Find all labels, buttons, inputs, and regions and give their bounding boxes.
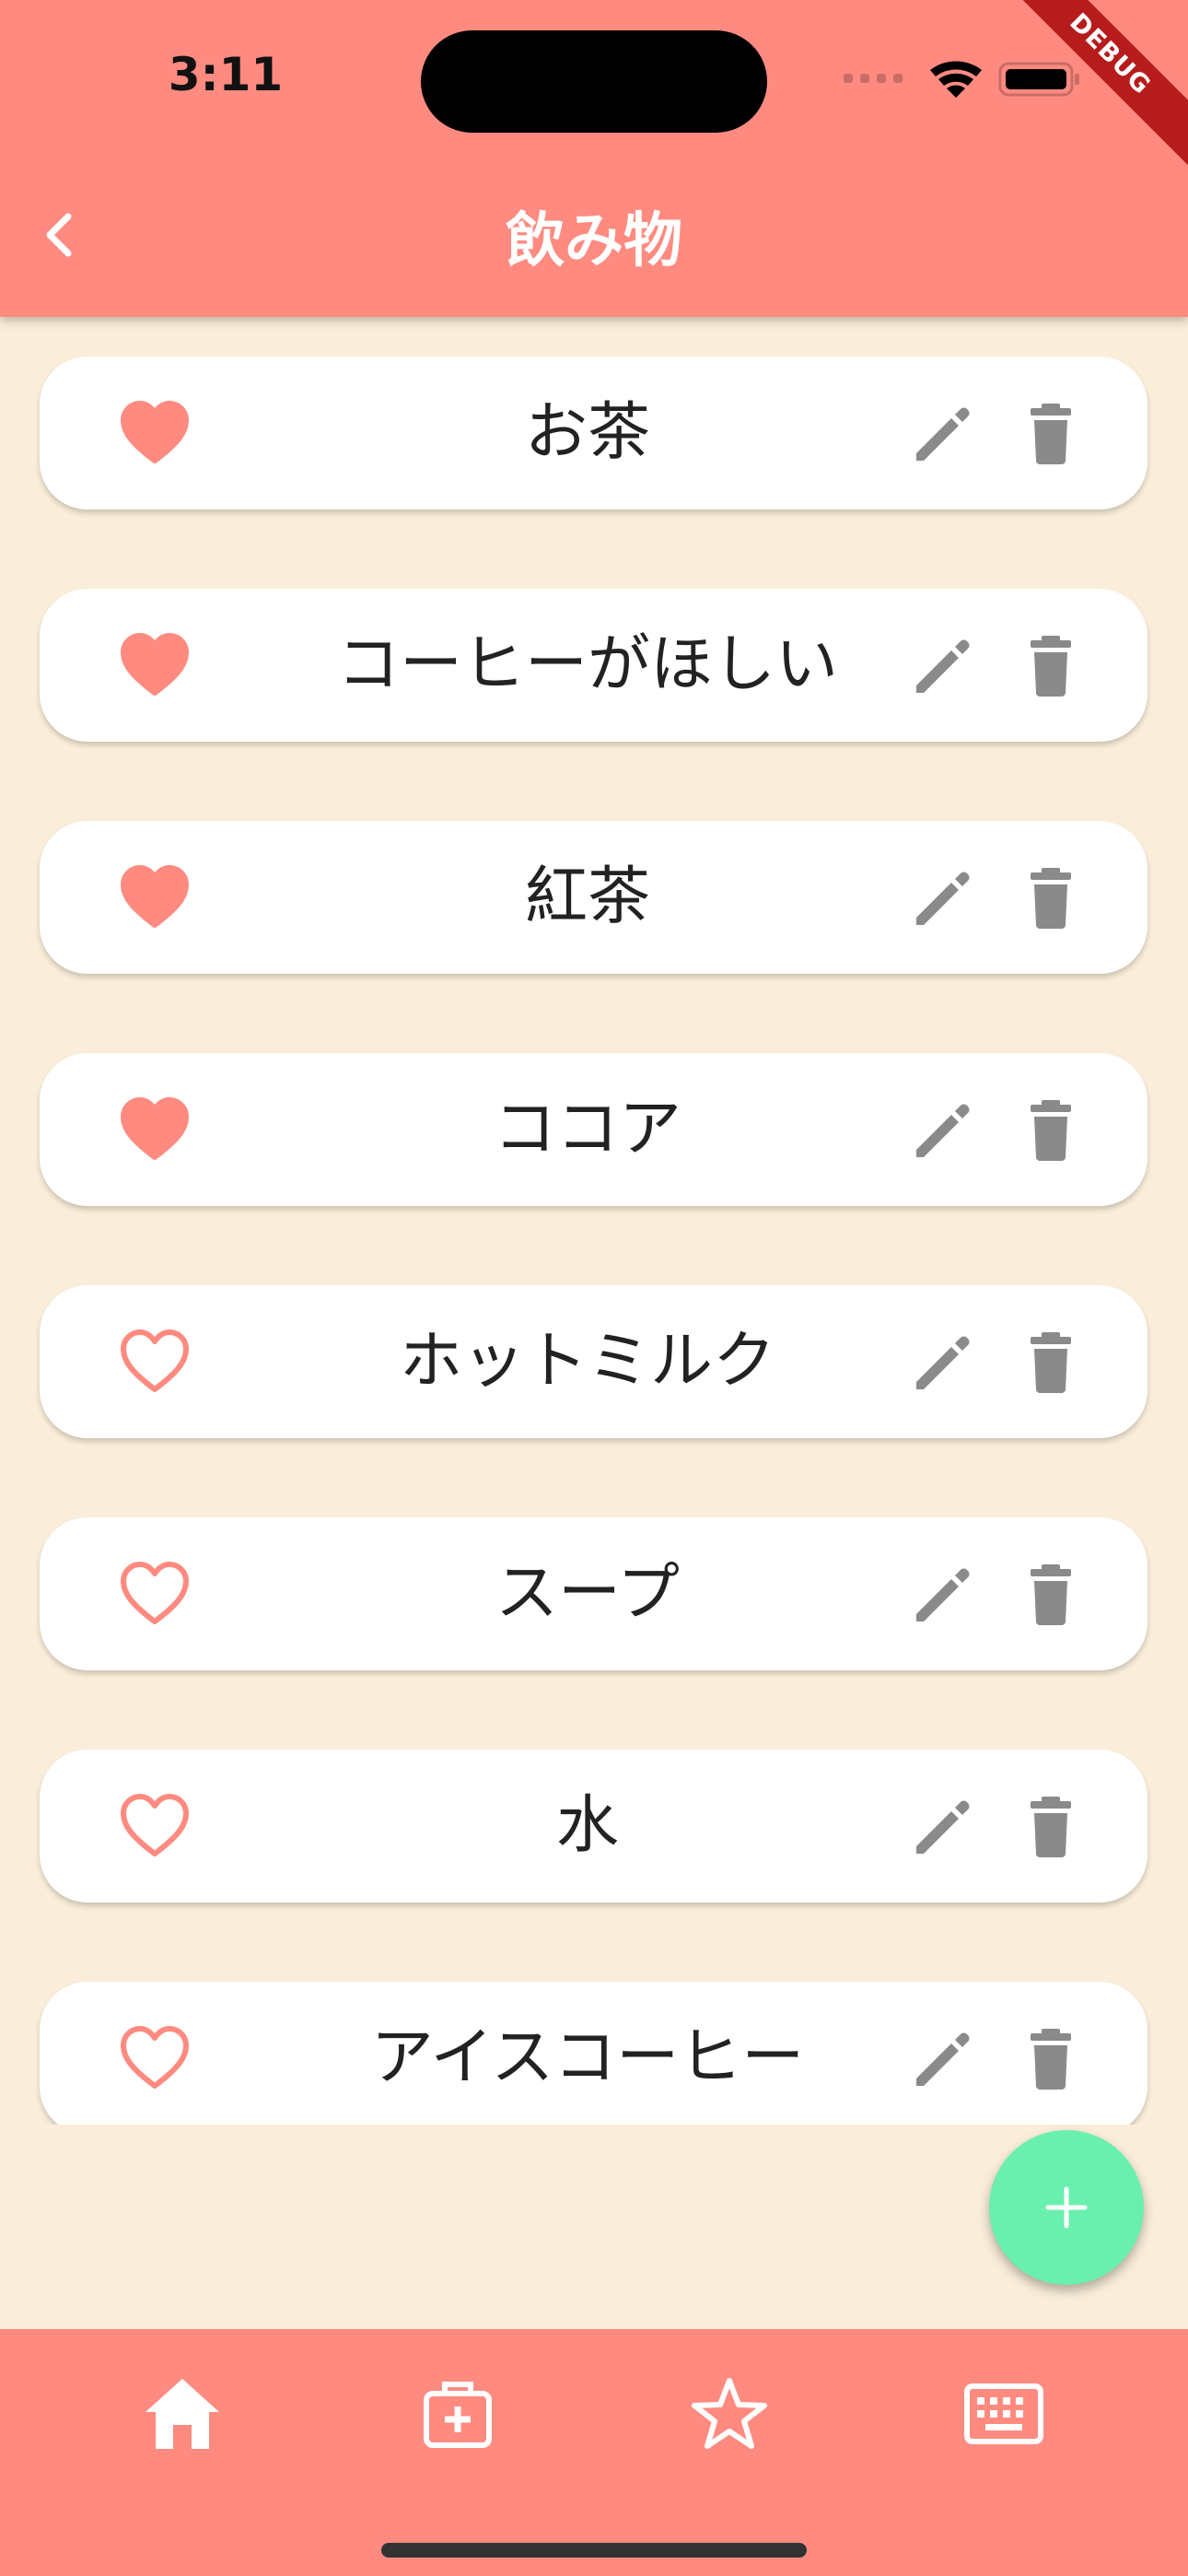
item-label: ホットミルク [399,1325,775,1398]
delete-button[interactable] [1014,2021,1088,2095]
pencil-icon [916,872,970,925]
star-icon [692,2378,767,2449]
favorite-toggle[interactable] [118,1093,192,1166]
list-item[interactable]: 紅茶 [40,821,1147,974]
status-time: 3:11 [168,48,284,101]
item-label: ココア [493,1093,681,1165]
list-item[interactable]: ココア [40,1053,1147,1206]
edit-button[interactable] [905,1325,979,1399]
drink-list[interactable]: お茶コーヒーがほしい 紅茶ココアホットミルク スープ水アイスコーヒー [0,317,1188,2125]
trash-icon [1031,1797,1071,1857]
app-bar: 3:11 DEBUG 飲み物 [0,0,1188,317]
edit-button[interactable] [905,1789,979,1863]
favorite-toggle[interactable] [118,1789,192,1863]
add-button[interactable] [989,2130,1144,2285]
edit-button[interactable] [905,861,979,934]
edit-button[interactable] [905,396,979,470]
list-item[interactable]: お茶 [40,357,1147,509]
favorite-toggle[interactable] [118,628,192,702]
list-item[interactable]: コーヒーがほしい [40,589,1147,742]
edit-button[interactable] [905,2021,979,2095]
delete-button[interactable] [1014,1325,1088,1399]
list-item[interactable]: アイスコーヒー [40,1982,1147,2125]
item-label: スープ [495,1557,680,1630]
signal-icon [844,74,903,83]
edit-button[interactable] [905,1557,979,1631]
chevron-left-icon [46,213,72,257]
pencil-icon [916,1568,970,1622]
trash-icon [1031,1564,1071,1625]
list-item[interactable]: ホットミルク [40,1285,1147,1438]
item-label: 紅茶 [524,861,650,933]
heart-icon [121,1794,189,1856]
pencil-icon [916,1800,970,1854]
trash-icon [1031,636,1071,697]
wifi-icon [930,61,982,98]
heart-icon [121,1562,189,1624]
plus-icon [1045,2186,1088,2229]
nav-medical[interactable] [412,2368,504,2460]
battery-icon [998,62,1079,97]
item-label: 水 [555,1789,619,1862]
trash-icon [1031,868,1071,929]
keyboard-icon [964,2383,1043,2444]
home-icon [146,2379,219,2449]
pencil-icon [916,2032,970,2086]
item-label: アイスコーヒー [370,2021,805,2094]
medical-kit-icon [424,2382,492,2448]
pencil-icon [916,1104,970,1157]
item-label: お茶 [524,396,650,469]
heart-icon [121,633,189,696]
delete-button[interactable] [1014,1557,1088,1631]
favorite-toggle[interactable] [118,861,192,934]
delete-button[interactable] [1014,396,1088,470]
heart-icon [121,1097,189,1160]
item-label: コーヒーがほしい [336,628,838,701]
pencil-icon [916,1336,970,1389]
nav-favorites[interactable] [683,2368,775,2460]
favorite-toggle[interactable] [118,396,192,470]
back-button[interactable] [22,196,99,274]
bottom-navigation [0,2329,1188,2576]
heart-icon [121,401,189,463]
heart-icon [121,865,189,928]
delete-button[interactable] [1014,1093,1088,1166]
trash-icon [1031,1100,1071,1161]
pencil-icon [916,639,970,693]
list-item[interactable]: スープ [40,1517,1147,1670]
heart-icon [121,2026,189,2089]
favorite-toggle[interactable] [118,2021,192,2095]
edit-button[interactable] [905,628,979,702]
favorite-toggle[interactable] [118,1557,192,1631]
home-indicator [381,2543,807,2558]
page-title: 飲み物 [506,207,682,275]
trash-icon [1031,2029,1071,2090]
dynamic-island [421,30,767,133]
delete-button[interactable] [1014,1789,1088,1863]
delete-button[interactable] [1014,628,1088,702]
trash-icon [1031,404,1071,464]
pencil-icon [916,407,970,461]
nav-home[interactable] [136,2368,228,2460]
favorite-toggle[interactable] [118,1325,192,1399]
nav-keyboard[interactable] [958,2368,1050,2460]
list-item[interactable]: 水 [40,1750,1147,1903]
heart-icon [121,1329,189,1392]
delete-button[interactable] [1014,861,1088,934]
edit-button[interactable] [905,1093,979,1166]
trash-icon [1031,1332,1071,1393]
status-icons [844,61,1079,98]
